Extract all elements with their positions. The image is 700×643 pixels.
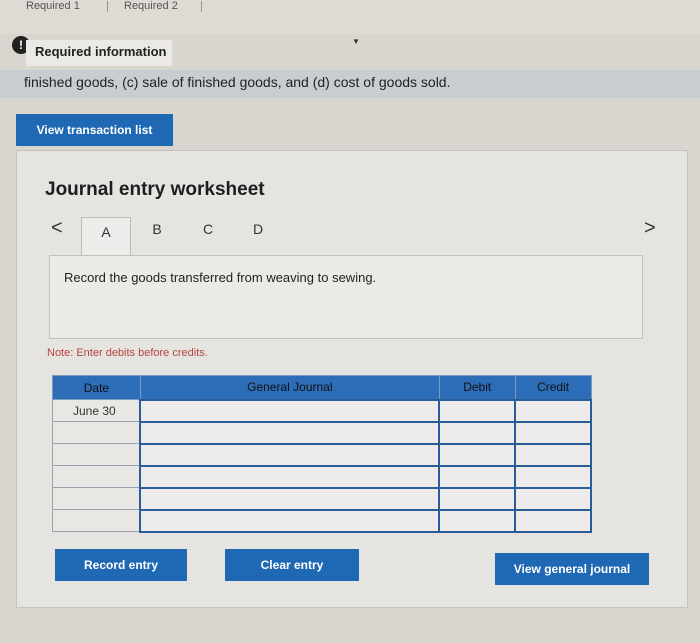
column-header-general-journal: General Journal — [139, 375, 440, 400]
credit-input[interactable] — [514, 464, 592, 489]
info-text: finished goods, (c) sale of finished goo… — [0, 70, 700, 98]
table-row — [52, 464, 592, 489]
journal-input[interactable] — [139, 442, 441, 467]
journal-input[interactable] — [139, 486, 441, 511]
date-cell — [52, 509, 141, 532]
tab-c[interactable]: C — [198, 221, 218, 237]
journal-worksheet-panel: Journal entry worksheet < A B C D > Reco… — [16, 150, 688, 608]
table-row — [52, 486, 592, 511]
debit-input[interactable] — [438, 420, 517, 445]
credit-input[interactable] — [514, 398, 592, 423]
debit-input[interactable] — [438, 508, 517, 533]
credit-input[interactable] — [514, 442, 592, 467]
view-general-journal-button[interactable]: View general journal — [495, 553, 649, 585]
credit-input[interactable] — [514, 486, 592, 511]
credit-input[interactable] — [514, 420, 592, 445]
table-row — [52, 442, 592, 467]
journal-table: Date General Journal Debit Credit June 3… — [52, 375, 592, 533]
tab-separator: | — [106, 0, 109, 12]
journal-input[interactable] — [139, 420, 441, 445]
tab-b[interactable]: B — [147, 221, 167, 237]
date-cell — [52, 443, 141, 466]
journal-input[interactable] — [139, 464, 441, 489]
column-header-date: Date — [52, 375, 141, 400]
debit-input[interactable] — [438, 464, 517, 489]
debit-input[interactable] — [438, 398, 517, 423]
journal-input[interactable] — [139, 398, 441, 423]
worksheet-title: Journal entry worksheet — [45, 179, 265, 200]
table-row — [52, 420, 592, 445]
table-row: June 30 — [52, 398, 592, 423]
top-tab-bar: Required 1 | Required 2 | — [0, 0, 700, 34]
clear-entry-button[interactable]: Clear entry — [225, 549, 359, 581]
view-transaction-list-button[interactable]: View transaction list — [16, 114, 173, 146]
table-row — [52, 508, 592, 533]
tab-a[interactable]: A — [81, 217, 131, 257]
required-information-label[interactable]: Required information — [26, 40, 172, 66]
debit-credit-note: Note: Enter debits before credits. — [47, 347, 208, 359]
date-cell — [52, 465, 141, 488]
chevron-right-icon[interactable]: > — [644, 217, 656, 240]
date-cell — [52, 487, 141, 510]
record-entry-button[interactable]: Record entry — [55, 549, 187, 581]
credit-input[interactable] — [514, 508, 592, 533]
caret-down-icon: ▼ — [352, 37, 360, 46]
tab-required-2[interactable]: Required 2 — [124, 0, 178, 12]
column-header-debit: Debit — [438, 375, 516, 400]
tab-required-1[interactable]: Required 1 — [26, 0, 80, 12]
tab-d[interactable]: D — [248, 221, 268, 237]
debit-input[interactable] — [438, 486, 517, 511]
date-cell: June 30 — [52, 399, 141, 422]
journal-input[interactable] — [139, 508, 441, 533]
chevron-left-icon[interactable]: < — [51, 217, 63, 240]
column-header-credit: Credit — [514, 375, 592, 400]
tab-separator: | — [200, 0, 203, 12]
entry-description: Record the goods transferred from weavin… — [49, 255, 643, 339]
date-cell — [52, 421, 141, 444]
debit-input[interactable] — [438, 442, 517, 467]
